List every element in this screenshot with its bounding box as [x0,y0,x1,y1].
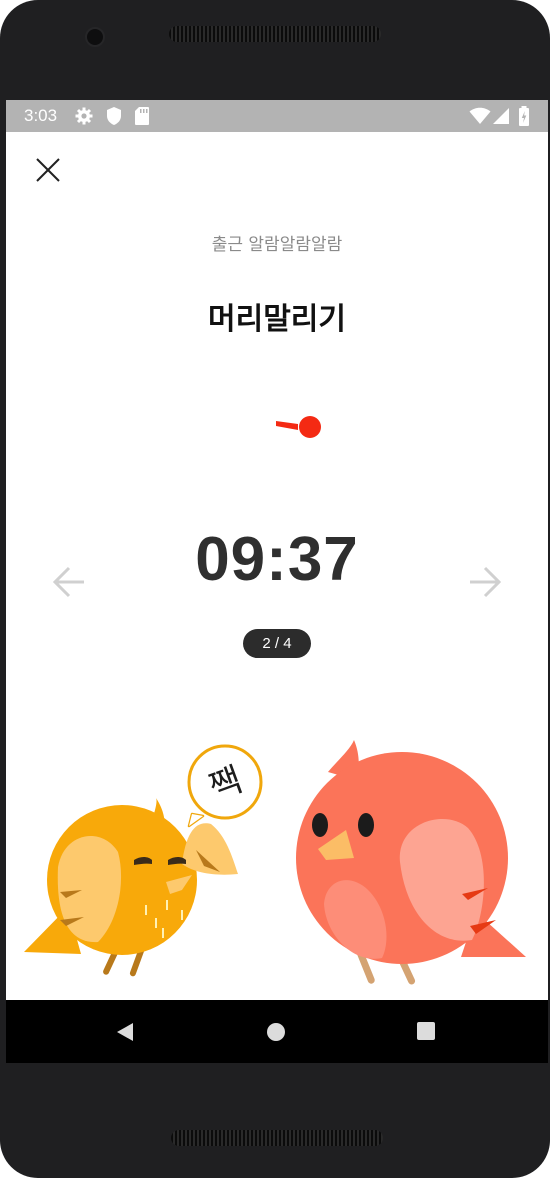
shield-icon [105,106,123,131]
top-speaker [169,26,381,42]
recents-icon [417,1022,435,1040]
next-task-button[interactable] [464,562,504,602]
back-icon [117,1023,133,1041]
home-button[interactable] [266,1022,286,1046]
status-time: 3:03 [24,106,58,125]
home-icon [267,1023,285,1041]
alarm-name: 출근 알람알람알람 [211,235,343,255]
arrow-right-icon [470,566,502,598]
signal-icon [492,107,510,130]
task-title: 머리말리기 [208,302,346,337]
red-bird [296,740,526,985]
sd-card-icon [134,106,150,131]
wifi-icon [469,107,491,130]
task-progress-badge: 2 / 4 [243,629,311,658]
front-camera [85,27,105,47]
phone-frame: 3:03 출근 알람알람알람 머리말리기 09:37 2 / 4 짹 [0,0,550,1178]
gear-icon [74,106,94,131]
battery-icon [518,105,530,132]
close-button[interactable] [30,152,66,188]
screen: 3:03 출근 알람알람알람 머리말리기 09:37 2 / 4 짹 [6,100,548,1063]
bottom-speaker [171,1130,383,1146]
seconds-hand-indicator [276,416,321,438]
system-nav-bar [6,1000,548,1063]
recents-button[interactable] [416,1021,436,1045]
back-button[interactable] [114,1021,136,1047]
status-bar: 3:03 [6,100,548,132]
close-icon [36,158,60,182]
alarm-screen: 출근 알람알람알람 머리말리기 09:37 2 / 4 짹 [6,132,548,1000]
yellow-bird [24,798,238,977]
speech-bubble: 짹 [187,744,263,828]
birds-illustration: 짹 [24,740,526,985]
